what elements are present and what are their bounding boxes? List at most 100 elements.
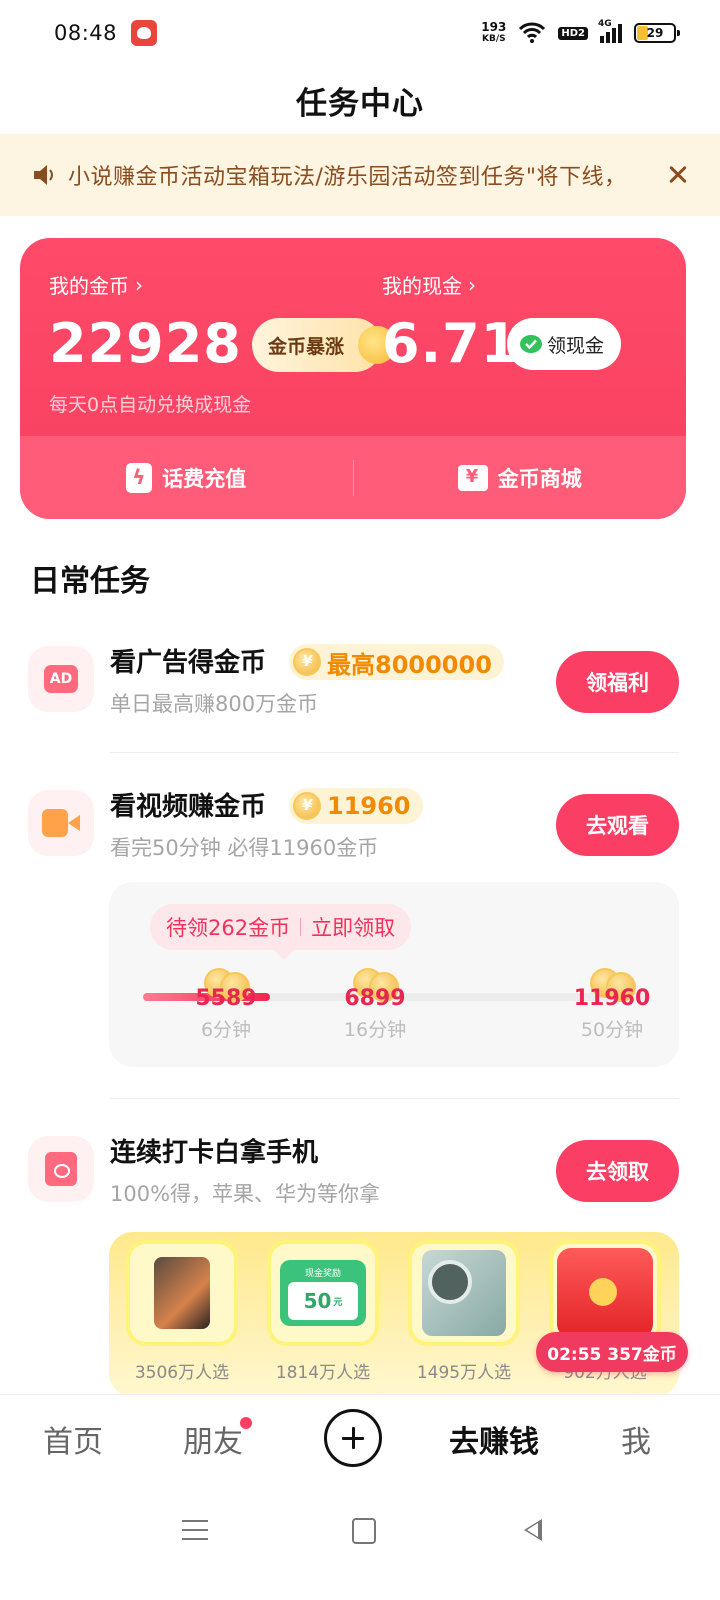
cash-card-label: 现金奖励 <box>304 1269 341 1279</box>
daily-tasks-title: 日常任务 <box>30 564 150 599</box>
wallet-subtitle: 每天0点自动兑换成现金 <box>49 394 252 416</box>
battery-icon: 29 <box>634 23 680 43</box>
notification-dot <box>240 1417 252 1429</box>
prize-item[interactable]: 现金奖励 50 元 1814万人选 <box>264 1240 382 1383</box>
notice-text: 小说赚金币活动宝箱玩法/游乐园活动签到任务"将下线， <box>68 165 627 190</box>
coins-boost-label: 金币暴涨 <box>268 335 345 358</box>
wifi-icon <box>518 22 546 44</box>
nav-earn-label: 去赚钱 <box>449 1425 539 1460</box>
milestone-time: 16分钟 <box>343 1019 407 1041</box>
cash-reward-icon: 现金奖励 50 元 <box>267 1240 379 1346</box>
iphone-icon <box>126 1240 238 1346</box>
system-nav-bar <box>0 1482 720 1600</box>
phone-recharge-label: 话费充值 <box>162 466 247 491</box>
cash-card-unit: 元 <box>333 1297 343 1308</box>
nav-me[interactable]: 我 <box>618 1395 654 1483</box>
task-title: 连续打卡白拿手机 <box>110 1138 319 1168</box>
nav-home-label: 首页 <box>43 1425 103 1460</box>
milestone: 11960 50分钟 <box>557 968 667 1042</box>
wechat-icon <box>519 334 543 354</box>
chevron-right-icon: › <box>468 272 476 297</box>
speaker-icon <box>30 160 60 190</box>
my-cash-label: 我的现金 <box>382 274 462 298</box>
reward-amount: 最高8000000 <box>327 650 492 679</box>
prize-count: 1814万人选 <box>275 1363 371 1383</box>
network-speed-value: 193 <box>481 20 507 34</box>
bottom-nav: 首页 朋友 去赚钱 我 <box>0 1394 720 1482</box>
video-icon <box>28 790 94 856</box>
divider <box>110 752 679 753</box>
task-title: 看广告得金币 <box>110 648 267 678</box>
video-progress-card: 待领262金币 立即领取 5589 6分钟 6899 16分钟 11960 50… <box>109 882 679 1067</box>
milestone-coins: 5589 <box>195 986 257 1011</box>
go-claim-button[interactable]: 去领取 <box>556 1140 679 1202</box>
my-cash-link[interactable]: 我的现金 › <box>382 270 476 299</box>
coin-shop-label: 金币商城 <box>497 466 582 491</box>
reward-badge: 11960 <box>289 788 423 824</box>
nav-friends[interactable]: 朋友 <box>180 1395 252 1483</box>
my-coins-label: 我的金币 <box>49 274 129 298</box>
milestone-time: 50分钟 <box>580 1019 644 1041</box>
nav-earn[interactable]: 去赚钱 <box>446 1395 542 1483</box>
milestone-coins: 6899 <box>344 986 406 1011</box>
cash-balance: 6.71 <box>382 312 520 375</box>
wallet-icon <box>28 1136 94 1202</box>
network-speed: 193 KB/S <box>481 21 506 45</box>
floating-reward-timer[interactable]: 02:55 357金币 <box>536 1332 688 1372</box>
status-bar: 08:48 193 KB/S HD2 4G 29 <box>0 0 720 66</box>
ad-icon: AD <box>28 646 94 712</box>
nav-home[interactable]: 首页 <box>40 1395 106 1483</box>
menu-icon[interactable] <box>174 1510 214 1550</box>
coins-balance: 22928 <box>49 312 242 375</box>
milestone: 6899 16分钟 <box>320 968 430 1042</box>
pending-coins-bubble[interactable]: 待领262金币 立即领取 <box>150 904 412 960</box>
chevron-right-icon: › <box>135 272 143 297</box>
divider <box>110 1098 679 1099</box>
pending-coins-label: 待领262金币 <box>166 916 291 940</box>
coin-shop-icon <box>457 464 488 491</box>
withdraw-cash-button[interactable]: 领现金 <box>507 318 621 370</box>
app-notification-icon <box>131 20 158 46</box>
coin-icon <box>293 792 321 820</box>
home-icon[interactable] <box>343 1510 383 1550</box>
huawei-phone-icon <box>408 1240 520 1346</box>
cell-signal-icon: 4G <box>598 19 622 43</box>
milestone-time: 6分钟 <box>200 1019 252 1041</box>
prize-strip: 3506万人选 现金奖励 50 元 1814万人选 1495万人选 902万人选 <box>109 1232 679 1397</box>
prize-count: 3506万人选 <box>134 1363 230 1383</box>
prize-item[interactable]: 1495万人选 <box>405 1240 523 1383</box>
watch-video-button[interactable]: 去观看 <box>556 794 679 856</box>
add-icon[interactable] <box>324 1409 382 1467</box>
task-subtitle: 看完50分钟 必得11960金币 <box>110 836 379 860</box>
milestone: 5589 6分钟 <box>171 968 281 1042</box>
claim-now-link[interactable]: 立即领取 <box>311 912 395 942</box>
signal-type: 4G <box>598 19 612 29</box>
reward-amount: 11960 <box>327 792 411 820</box>
prize-item[interactable]: 3506万人选 <box>123 1240 241 1383</box>
phone-bill-icon <box>126 462 153 493</box>
header: 任务中心 <box>0 70 720 130</box>
cash-card-amount: 50 <box>303 1289 332 1313</box>
coin-icon <box>293 648 321 676</box>
back-icon[interactable] <box>512 1510 552 1550</box>
nav-friends-label: 朋友 <box>183 1425 243 1460</box>
phone-recharge-button[interactable]: 话费充值 <box>20 436 353 519</box>
withdraw-cash-label: 领现金 <box>547 334 605 357</box>
task-title: 看视频赚金币 <box>110 792 267 822</box>
task-subtitle: 100%得，苹果、华为等你拿 <box>110 1182 381 1206</box>
coins-boost-button[interactable]: 金币暴涨 <box>252 318 396 372</box>
page-title: 任务中心 <box>296 85 424 122</box>
close-icon[interactable] <box>664 161 692 189</box>
hd-voice-icon: HD2 <box>558 26 588 40</box>
status-time: 08:48 <box>54 21 118 45</box>
prize-count: 1495万人选 <box>416 1363 512 1383</box>
red-envelope-box-icon <box>549 1240 661 1346</box>
nav-me-label: 我 <box>621 1425 651 1460</box>
coin-shop-button[interactable]: 金币商城 <box>354 436 687 519</box>
wallet-card: 我的金币 › 22928 金币暴涨 我的现金 › 6.71 领现金 每天0点自动… <box>20 238 686 519</box>
my-coins-link[interactable]: 我的金币 › <box>49 270 143 299</box>
notice-banner[interactable]: 小说赚金币活动宝箱玩法/游乐园活动签到任务"将下线， <box>0 134 720 216</box>
battery-level: 29 <box>646 26 664 40</box>
network-speed-unit: KB/S <box>482 34 506 44</box>
claim-benefit-button[interactable]: 领福利 <box>556 651 679 713</box>
